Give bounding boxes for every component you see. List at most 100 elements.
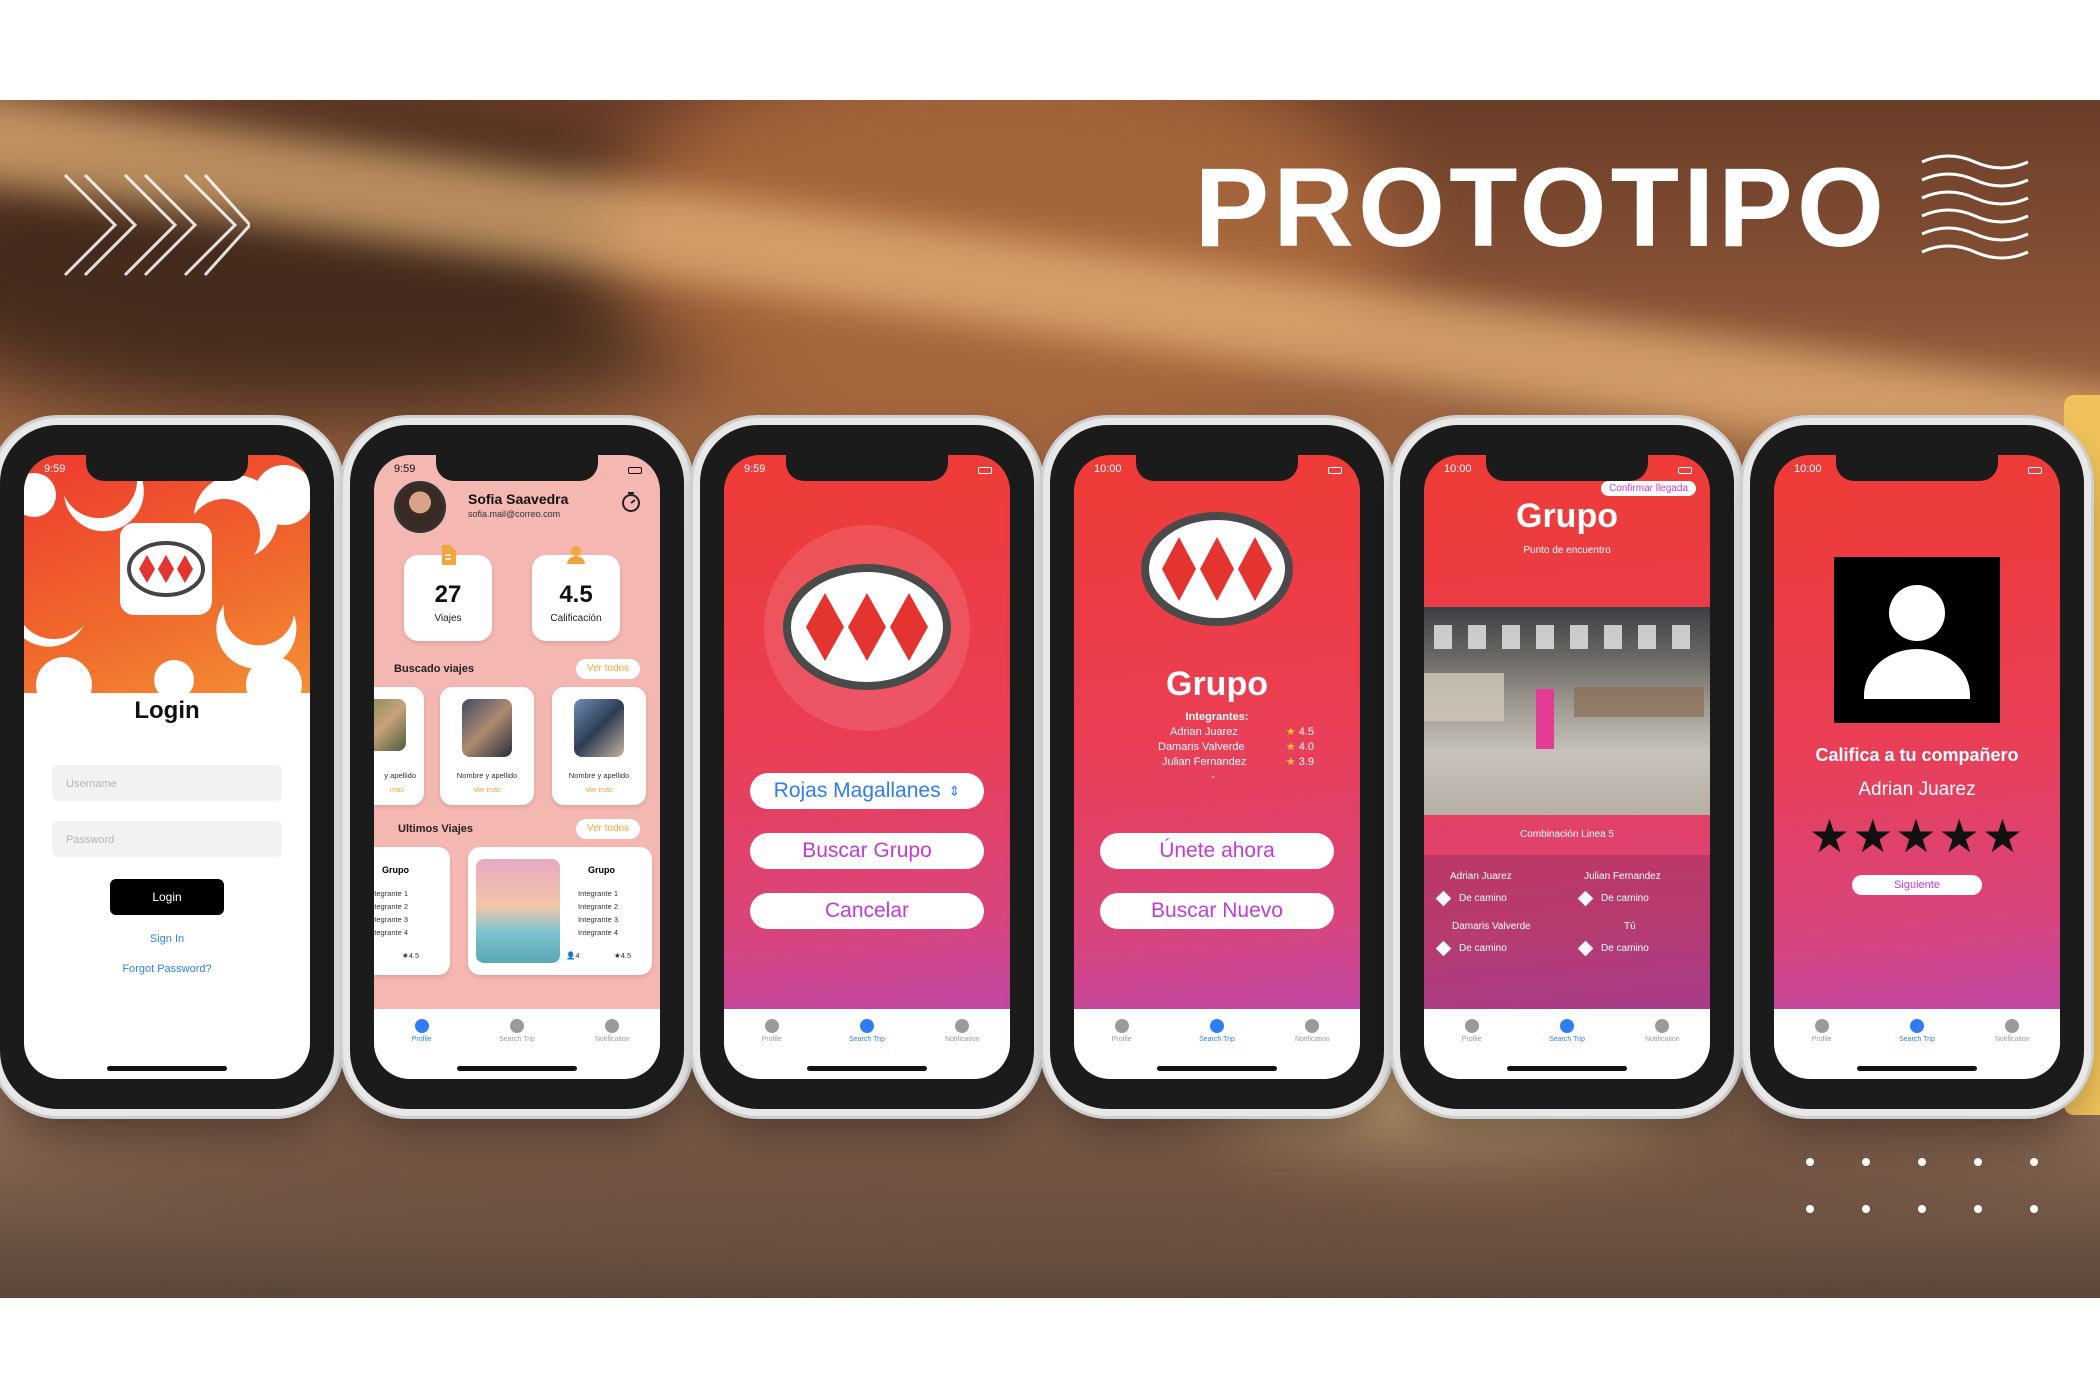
member-rating: ★ 4.0: [1286, 740, 1314, 755]
group-card[interactable]: Grupo Integrante 1 Integrante 2 Integran…: [374, 847, 450, 975]
join-button[interactable]: Únete ahora: [1100, 833, 1334, 869]
members-label: Integrantes:: [1185, 711, 1249, 723]
chevron-arrows-icon: [63, 173, 250, 277]
stopwatch-icon[interactable]: [620, 491, 642, 513]
status-time: 9:59: [44, 463, 66, 475]
group-screen: 10:00 Grupo Integrantes: Adrian Juarez ★ …: [1074, 455, 1360, 1079]
trips-value: 27: [434, 581, 462, 608]
group-members: Integrante 1 Integrante 2 Integrante 3 I…: [578, 887, 618, 939]
diamond-icon: [1577, 890, 1594, 907]
password-input[interactable]: Password: [52, 821, 282, 857]
tab-notifications[interactable]: Notification: [1627, 1019, 1697, 1079]
star-icon: ★: [402, 951, 409, 960]
trip-card[interactable]: Nombre y apellido Ver más: [552, 687, 646, 805]
tab-label: Notification: [1644, 1036, 1680, 1043]
station-photo: [1424, 607, 1710, 815]
bell-icon: [1305, 1019, 1320, 1033]
last-trips-title: Ultimos Viajes: [398, 823, 473, 835]
metro-logo-icon: [783, 564, 951, 690]
phone-profile: 9:59 Sofia Saavedra sofia.mail@correo.co…: [350, 425, 684, 1109]
tab-label: Profile: [1811, 1036, 1832, 1043]
trip-name: y apellido: [384, 771, 416, 780]
group-rating-value: 4.5: [408, 951, 420, 960]
member: Integrante 2: [374, 902, 409, 911]
trip-photo: [462, 699, 512, 757]
ver-todos-link[interactable]: Ver todos: [576, 659, 640, 679]
cancelar-button[interactable]: Cancelar: [750, 893, 984, 929]
meeting-subtitle: Punto de encuentro: [1523, 545, 1611, 556]
confirm-arrival-button[interactable]: Confirmar llegada: [1601, 481, 1696, 496]
plus-circle-icon: [1909, 1019, 1924, 1033]
person-icon: 👤: [566, 951, 576, 960]
buscar-grupo-button[interactable]: Buscar Grupo: [750, 833, 984, 869]
trip-photo: [374, 699, 406, 751]
ver-todos-link[interactable]: Ver todos: [576, 819, 640, 839]
station-select[interactable]: Rojas Magallanes ⇕: [750, 773, 984, 809]
login-button[interactable]: Login: [110, 879, 224, 915]
siguiente-button[interactable]: Siguiente: [1852, 875, 1982, 895]
person-status: De camino: [1435, 940, 1507, 957]
tab-label: Search Trip: [1549, 1036, 1585, 1043]
diamond-icon: [1435, 940, 1452, 957]
status-indicators: [1678, 463, 1692, 477]
tab-profile[interactable]: Profile: [737, 1019, 807, 1079]
group-count-value: 4: [575, 951, 580, 960]
username-input[interactable]: Username: [52, 765, 282, 801]
member: Integrante 1: [374, 889, 409, 898]
members-list: Adrian Juarez ★ 4.5 Damaris Valverde ★ 4.0…: [1134, 725, 1314, 785]
plus-circle-icon: [509, 1019, 524, 1033]
trip-card[interactable]: Nombre y apellido Ver más: [440, 687, 534, 805]
member-name: Damaris Valverde: [1158, 741, 1245, 753]
buscar-nuevo-button[interactable]: Buscar Nuevo: [1100, 893, 1334, 929]
status-value: De camino: [1459, 893, 1507, 905]
person-icon: [1114, 1019, 1129, 1033]
star-icon: ★: [614, 951, 621, 960]
person-name: Tú: [1624, 921, 1636, 932]
trip-more-link[interactable]: Ver más: [440, 785, 534, 794]
rate-screen: 10:00 Califica a tu compañero Adrian Jua…: [1774, 455, 2060, 1079]
status-indicators: [628, 463, 642, 477]
trip-more-link[interactable]: Ver más: [552, 785, 646, 794]
dot-grid-decoration: [1806, 1111, 2038, 1213]
stat-card-rating: 4.5 Calificación: [532, 546, 620, 641]
person-icon: [414, 1019, 429, 1033]
rating-label: Calificación: [550, 613, 602, 624]
tab-profile[interactable]: Profile: [1087, 1019, 1157, 1079]
bell-icon: [605, 1019, 620, 1033]
sign-in-link[interactable]: Sign In: [24, 933, 310, 945]
station-select-value: Rojas Magallanes: [773, 779, 941, 802]
trip-card[interactable]: y apellido mas: [374, 687, 424, 805]
profile-screen: 9:59 Sofia Saavedra sofia.mail@correo.co…: [374, 455, 660, 1079]
person-status: De camino: [1435, 890, 1507, 907]
group-members: Integrante 1 Integrante 2 Integrante 3 I…: [374, 887, 408, 939]
tab-profile[interactable]: Profile: [1437, 1019, 1507, 1079]
bell-icon: [2005, 1019, 2020, 1033]
tab-notifications[interactable]: Notification: [577, 1019, 647, 1079]
rating-value: 4.0: [1298, 741, 1314, 753]
member-row: Damaris Valverde ★ 4.0: [1134, 740, 1314, 755]
star-rating[interactable]: ★★★★★: [1774, 813, 2060, 859]
member-rating: ★ 4.5: [1286, 725, 1314, 740]
diamond-icon: [1577, 940, 1594, 957]
status-value: De camino: [1601, 893, 1649, 905]
status-time: 10:00: [1094, 463, 1122, 475]
group-rating: ★4.5: [614, 951, 631, 960]
tab-label: Profile: [1111, 1036, 1132, 1043]
avatar[interactable]: [394, 481, 446, 533]
tab-profile[interactable]: Profile: [1787, 1019, 1857, 1079]
trip-more-link[interactable]: mas: [374, 785, 424, 794]
tab-notifications[interactable]: Notification: [927, 1019, 997, 1079]
metro-logo-tile: [120, 523, 212, 615]
tab-profile[interactable]: Profile: [387, 1019, 457, 1079]
forgot-password-link[interactable]: Forgot Password?: [24, 963, 310, 975]
group-card[interactable]: Grupo Integrante 1 Integrante 2 Integran…: [468, 847, 652, 975]
status-indicators: [2028, 463, 2042, 477]
tab-notifications[interactable]: Notification: [1977, 1019, 2047, 1079]
phone-group: 10:00 Grupo Integrantes: Adrian Juarez ★ …: [1050, 425, 1384, 1109]
tab-label: Notification: [1294, 1036, 1330, 1043]
trips-label: Viajes: [434, 613, 462, 624]
tab-notifications[interactable]: Notification: [1277, 1019, 1347, 1079]
trip-name: Nombre y apellido: [456, 771, 518, 780]
bell-icon: [1655, 1019, 1670, 1033]
metro-logo-icon: [127, 541, 205, 597]
